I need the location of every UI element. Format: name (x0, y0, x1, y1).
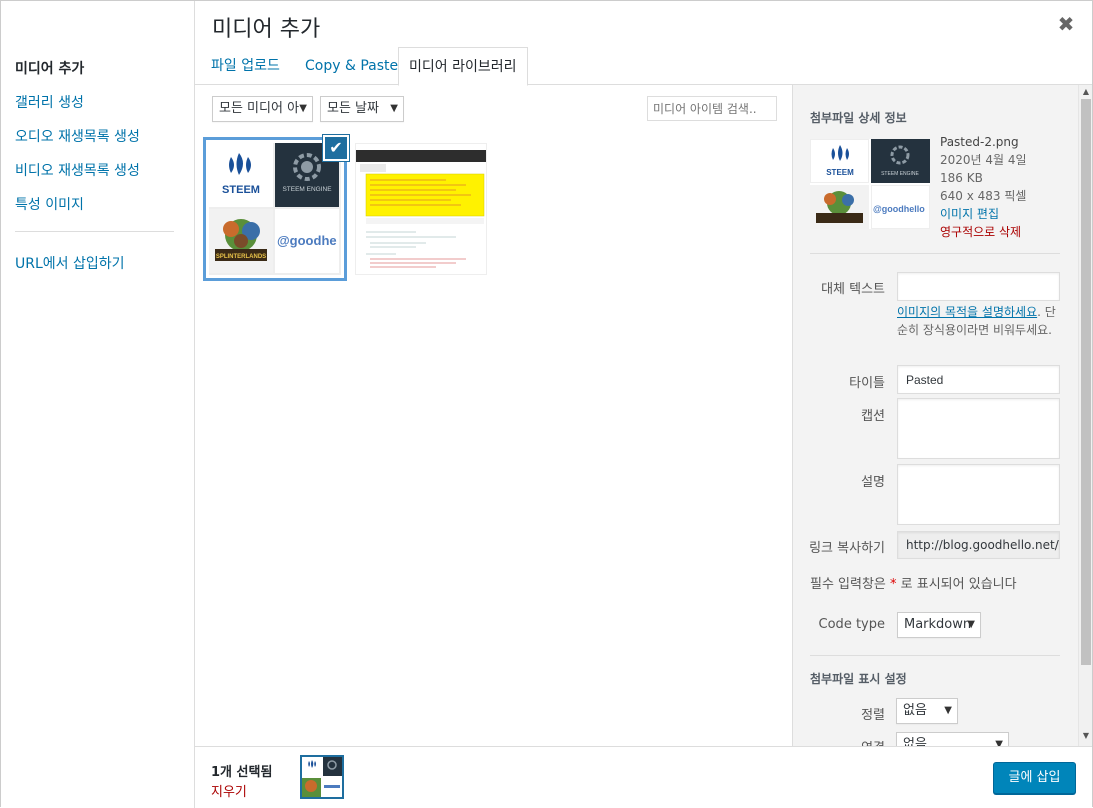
selected-attachment-thumbnail[interactable] (300, 755, 344, 799)
details-divider (810, 253, 1060, 254)
sidebar-scrollbar[interactable]: ▲ ▼ (1078, 85, 1092, 746)
router-tabs: 파일 업로드 Copy & Paste 미디어 라이브러리 (195, 47, 1092, 86)
title-input[interactable] (897, 365, 1060, 394)
alt-text-help-link[interactable]: 이미지의 목적을 설명하세요 (897, 305, 1037, 319)
upload-date: 2020년 4월 4일 (940, 153, 1027, 167)
caption-textarea[interactable] (897, 398, 1060, 459)
preview-steem-text: STEEM (826, 168, 854, 177)
chevron-down-icon: ▼ (390, 103, 398, 114)
tab-upload-files[interactable]: 파일 업로드 (201, 47, 290, 85)
goodhello-text: @goodhe (277, 233, 337, 248)
goodhello-image: @goodhe (275, 209, 339, 273)
scroll-down-icon[interactable]: ▼ (1079, 731, 1093, 740)
close-icon[interactable]: ✖ (1053, 11, 1079, 37)
required-note-pre: 필수 입력창은 (810, 577, 891, 592)
align-label: 정렬 (861, 708, 885, 723)
required-fields-note: 필수 입력창은 * 로 표시되어 있습니다 (810, 576, 1017, 594)
link-to-value: 없음 (903, 737, 927, 746)
media-modal: 미디어 추가 갤러리 생성 오디오 재생목록 생성 비디오 재생목록 생성 특성… (0, 0, 1093, 808)
scroll-up-icon[interactable]: ▲ (1079, 87, 1093, 96)
attachment-pasted-screenshot[interactable] (355, 143, 487, 275)
media-menu: 미디어 추가 갤러리 생성 오디오 재생목록 생성 비디오 재생목록 생성 특성… (1, 1, 195, 808)
required-note-post: 로 표시되어 있습니다 (896, 577, 1017, 592)
date-filter[interactable]: 모든 날짜 ▼ (320, 96, 404, 122)
scrollbar-thumb[interactable] (1081, 99, 1091, 665)
chevron-down-icon: ▼ (944, 705, 952, 716)
code-type-select[interactable]: Markdown ▼ (897, 612, 981, 638)
delete-permanently-link[interactable]: 영구적으로 삭제 (940, 223, 1021, 241)
steem-engine-text: STEEM ENGINE (282, 186, 332, 193)
preview-engine-text: STEEM ENGINE (881, 171, 919, 177)
date-filter-value: 모든 날짜 (327, 101, 379, 116)
link-to-select[interactable]: 없음 ▼ (896, 732, 1009, 746)
alt-text-help: 이미지의 목적을 설명하세요. 단순히 장식용이라면 비워두세요. (897, 303, 1063, 339)
attachment-url-field[interactable]: http://blog.goodhello.net/wp- (897, 531, 1060, 559)
attachment-pasted-2[interactable]: STEEM STEEM ENGINE SPLINTERLANDS @goodhe… (209, 135, 349, 275)
description-label: 설명 (861, 475, 885, 490)
menu-separator (15, 231, 174, 232)
alt-text-label: 대체 텍스트 (821, 282, 885, 297)
align-value: 없음 (903, 703, 927, 718)
attachment-details-sidebar: 첨부파일 상세 정보 STEEM STEEM ENGINE @goodhello… (792, 85, 1078, 746)
steem-logo-image: STEEM (209, 143, 273, 207)
selection-count: 1개 선택됨 (211, 765, 273, 780)
file-size: 186 KB (940, 171, 983, 185)
preview-goodhello-text: @goodhello (873, 204, 925, 214)
menu-item-add-media[interactable]: 미디어 추가 (15, 58, 84, 78)
alt-text-input[interactable] (897, 272, 1060, 301)
steem-text: STEEM (222, 184, 260, 196)
chevron-down-icon: ▼ (995, 739, 1003, 746)
menu-item-create-audio-playlist[interactable]: 오디오 재생목록 생성 (15, 126, 140, 146)
insert-into-post-button[interactable]: 글에 삽입 (993, 762, 1076, 794)
media-type-filter-value: 모든 미디어 아 (219, 101, 300, 116)
menu-item-create-gallery[interactable]: 갤러리 생성 (15, 92, 84, 112)
modal-title: 미디어 추가 (212, 17, 321, 42)
tab-copy-paste[interactable]: Copy & Paste (295, 47, 408, 85)
splinterlands-text: SPLINTERLANDS (216, 254, 266, 260)
caption-label: 캡션 (861, 409, 885, 424)
attachment-thumbnail: STEEM STEEM ENGINE SPLINTERLANDS @goodhe (209, 143, 341, 275)
attachment-preview-image: STEEM STEEM ENGINE @goodhello (810, 139, 930, 229)
link-to-label: 연결 (793, 737, 885, 746)
code-type-label: Code type (818, 617, 885, 632)
tab-media-library[interactable]: 미디어 라이브러리 (398, 47, 528, 86)
edit-image-link[interactable]: 이미지 편집 (940, 205, 999, 223)
copy-link-label: 링크 복사하기 (809, 541, 885, 556)
media-toolbar-footer: 1개 선택됨 지우기 글에 삽입 (195, 746, 1092, 807)
code-type-value: Markdown (904, 617, 972, 632)
clear-selection-link[interactable]: 지우기 (211, 781, 247, 800)
screenshot-thumbnail-image (356, 144, 486, 274)
file-name: Pasted-2.png (940, 135, 1019, 149)
splinterlands-image: SPLINTERLANDS (209, 209, 273, 273)
title-label: 타이틀 (849, 376, 885, 391)
description-textarea[interactable] (897, 464, 1060, 525)
settings-divider (810, 655, 1060, 656)
search-input[interactable] (647, 96, 777, 121)
menu-item-featured-image[interactable]: 특성 이미지 (15, 194, 84, 214)
align-select[interactable]: 없음 ▼ (896, 698, 958, 724)
chevron-down-icon: ▼ (967, 619, 975, 630)
check-icon[interactable]: ✔ (323, 135, 349, 161)
image-dimensions: 640 x 483 픽셀 (940, 189, 1027, 203)
chevron-down-icon: ▼ (299, 103, 307, 114)
media-type-filter[interactable]: 모든 미디어 아 ▼ (212, 96, 313, 122)
menu-item-insert-from-url[interactable]: URL에서 삽입하기 (15, 253, 125, 273)
menu-item-create-video-playlist[interactable]: 비디오 재생목록 생성 (15, 160, 140, 180)
display-settings-heading: 첨부파일 표시 설정 (810, 672, 907, 686)
attachment-details-heading: 첨부파일 상세 정보 (810, 111, 907, 125)
